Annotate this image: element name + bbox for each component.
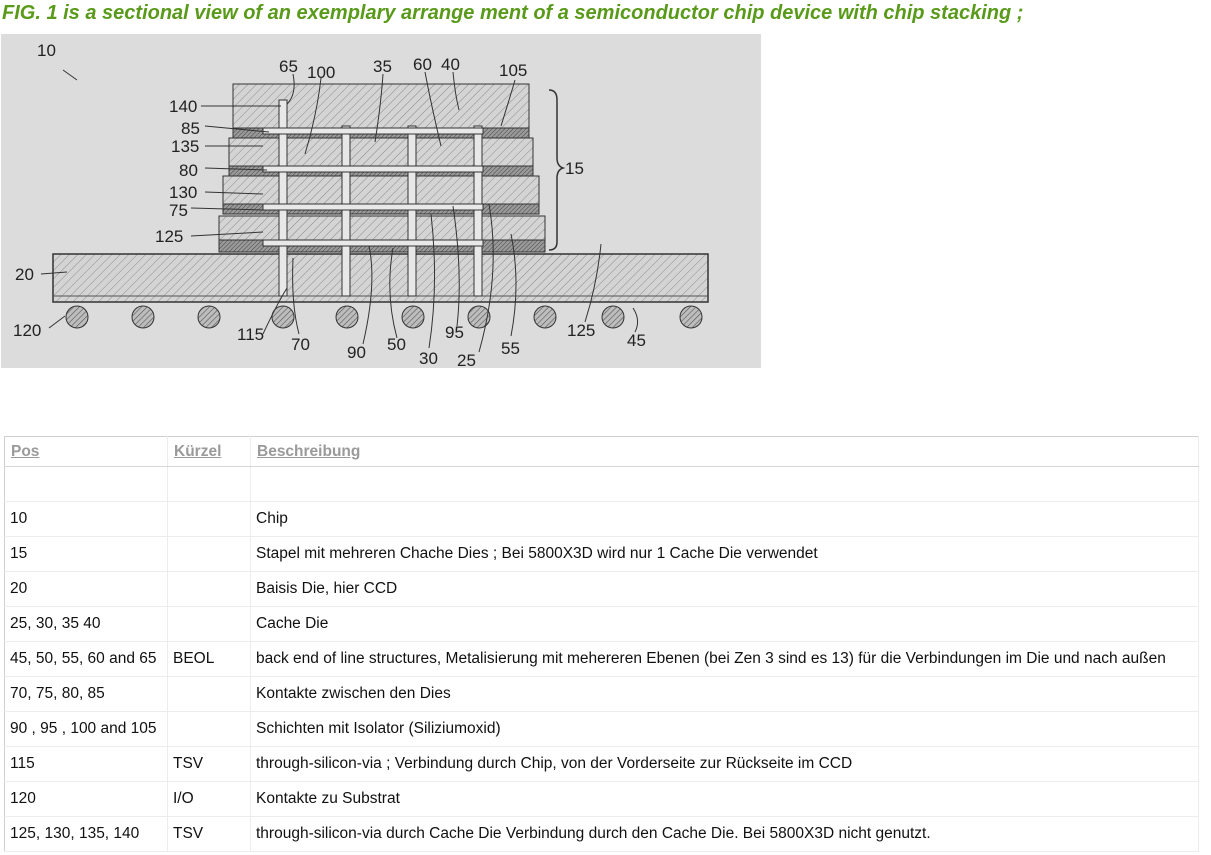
cell-beschreibung: Kontakte zwischen den Dies xyxy=(250,676,1199,712)
cell-pos: 90 , 95 , 100 and 105 xyxy=(4,711,168,747)
ref-label: 105 xyxy=(499,61,527,80)
table-row: 45, 50, 55, 60 and 65 BEOL back end of lin… xyxy=(4,641,1199,677)
figure-caption: FIG. 1 is a sectional view of an exempla… xyxy=(2,2,1024,24)
ref-label: 65 xyxy=(279,57,298,76)
patent-figure: 10 65 100 35 60 40 105 140 85 135 80 130… xyxy=(1,34,761,368)
cell-pos: 45, 50, 55, 60 and 65 xyxy=(4,641,168,677)
ref-label: 70 xyxy=(291,335,310,354)
bracket-15 xyxy=(548,89,566,251)
cell-pos: 10 xyxy=(4,501,168,537)
table-row: 20 Baisis Die, hier CCD xyxy=(4,571,1199,607)
header-pos[interactable]: Pos xyxy=(4,436,168,467)
cell-pos: 115 xyxy=(4,746,168,782)
cell-kuerzel xyxy=(167,536,251,572)
ref-label: 75 xyxy=(169,201,188,220)
ref-label: 115 xyxy=(237,325,264,344)
cell-kuerzel: I/O xyxy=(167,781,251,817)
cell-pos: 125, 130, 135, 140 xyxy=(4,816,168,852)
cell-beschreibung: Baisis Die, hier CCD xyxy=(250,571,1199,607)
cell-kuerzel: TSV xyxy=(167,816,251,852)
cell-beschreibung: Chip xyxy=(250,501,1199,537)
ref-label: 25 xyxy=(457,351,476,368)
ref-label: 50 xyxy=(387,335,406,354)
ref-label: 140 xyxy=(169,97,197,116)
cell-beschreibung: Stapel mit mehreren Chache Dies ; Bei 58… xyxy=(250,536,1199,572)
cell-kuerzel xyxy=(167,571,251,607)
cell-pos: 25, 30, 35 40 xyxy=(4,606,168,642)
table-row: 120 I/O Kontakte zu Substrat xyxy=(4,781,1199,817)
cell-beschreibung: Schichten mit Isolator (Siliziumoxid) xyxy=(250,711,1199,747)
header-beschreibung[interactable]: Beschreibung xyxy=(250,436,1199,467)
ref-label: 20 xyxy=(15,265,34,284)
cell-kuerzel xyxy=(167,711,251,747)
ref-label: 90 xyxy=(347,343,366,362)
chip-stack-diagram: 10 65 100 35 60 40 105 140 85 135 80 130… xyxy=(13,41,709,368)
ref-label: 120 xyxy=(13,321,41,340)
table-row: 125, 130, 135, 140 TSV through-silicon-via… xyxy=(4,816,1199,852)
cell-kuerzel: TSV xyxy=(167,746,251,782)
ref-label: 135 xyxy=(171,137,199,156)
cell-beschreibung: through-silicon-via ; Verbindung durch C… xyxy=(250,746,1199,782)
ref-label: 95 xyxy=(445,323,464,342)
ref-label: 130 xyxy=(169,183,197,202)
table-row: 70, 75, 80, 85 Kontakte zwischen den Dies xyxy=(4,676,1199,712)
ref-label: 125 xyxy=(155,227,183,246)
cell-kuerzel xyxy=(167,606,251,642)
table-row: 15 Stapel mit mehreren Chache Dies ; Bei … xyxy=(4,536,1199,572)
table-row: 90 , 95 , 100 and 105 Schichten mit Isola… xyxy=(4,711,1199,747)
ref-label: 55 xyxy=(501,339,520,358)
ref-label: 100 xyxy=(307,63,335,82)
header-kuerzel[interactable]: Kürzel xyxy=(167,436,251,467)
solder-balls xyxy=(65,305,703,329)
ref-label: 125 xyxy=(567,321,595,340)
ref-label: 10 xyxy=(37,41,56,60)
ref-label: 15 xyxy=(565,159,584,178)
ref-label: 45 xyxy=(627,331,646,350)
table-row-empty xyxy=(4,466,1199,502)
cell-beschreibung: through-silicon-via durch Cache Die Verb… xyxy=(250,816,1199,852)
ref-label: 35 xyxy=(373,57,392,76)
cell-beschreibung: Kontakte zu Substrat xyxy=(250,781,1199,817)
cell-kuerzel xyxy=(167,501,251,537)
cell-beschreibung: back end of line structures, Metalisieru… xyxy=(250,641,1199,677)
table-header-row: Pos Kürzel Beschreibung xyxy=(4,436,1199,467)
table-row: 10 Chip xyxy=(4,501,1199,537)
table-row: 25, 30, 35 40 Cache Die xyxy=(4,606,1199,642)
ref-label: 40 xyxy=(441,55,460,74)
table-row: 115 TSV through-silicon-via ; Verbindung d… xyxy=(4,746,1199,782)
cell-pos: 15 xyxy=(4,536,168,572)
cell-kuerzel xyxy=(167,676,251,712)
cell-pos: 70, 75, 80, 85 xyxy=(4,676,168,712)
ref-label: 30 xyxy=(419,349,438,368)
ref-label: 60 xyxy=(413,55,432,74)
ref-label: 80 xyxy=(179,161,198,180)
cell-kuerzel: BEOL xyxy=(167,641,251,677)
legend-table: Pos Kürzel Beschreibung 10 Chip 15 Stapel … xyxy=(4,436,1199,852)
cell-beschreibung: Cache Die xyxy=(250,606,1199,642)
cell-pos: 20 xyxy=(4,571,168,607)
cell-pos: 120 xyxy=(4,781,168,817)
ref-label: 85 xyxy=(181,119,200,138)
substrate-die xyxy=(52,253,709,303)
